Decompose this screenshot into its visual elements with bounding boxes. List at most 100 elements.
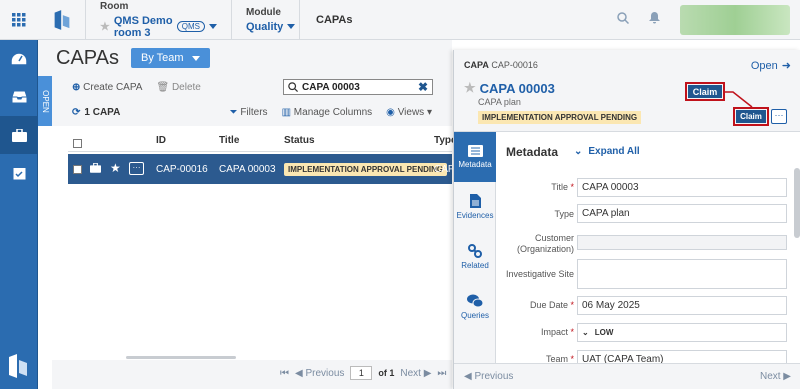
search-icon: [288, 82, 298, 92]
due-date-field[interactable]: 06 May 2025: [577, 296, 787, 315]
tab-related[interactable]: Related: [454, 232, 496, 282]
module-label: Module: [246, 6, 281, 18]
arrow-right-circle-icon: ➜: [781, 60, 791, 72]
open-button[interactable]: Open ➜: [750, 59, 791, 73]
tab-related-label: Related: [461, 261, 489, 270]
field-due-date-label: Due Date *: [529, 300, 574, 310]
star-icon[interactable]: ★: [100, 20, 110, 33]
inbox-icon[interactable]: [0, 78, 38, 116]
manage-columns-button[interactable]: ▥ Manage Columns: [282, 107, 373, 118]
open-tab-label: OPEN: [40, 89, 50, 113]
panel-status-badge: IMPLEMENTATION APPROVAL PENDING: [478, 111, 642, 124]
more-actions-button[interactable]: ···: [771, 109, 787, 124]
briefcase-icon[interactable]: [0, 116, 38, 154]
eye-icon: ◉: [386, 106, 395, 118]
tab-metadata[interactable]: Metadata: [454, 132, 496, 182]
panel-title: CAPA 00003: [479, 80, 555, 96]
panel-scrollbar[interactable]: [794, 168, 800, 238]
delete-label: Delete: [171, 81, 201, 93]
module-value: Quality: [246, 20, 284, 33]
filters-button[interactable]: ⏷ Filters: [230, 107, 268, 118]
col-title[interactable]: Title: [219, 135, 239, 146]
columns-icon: ▥: [281, 106, 292, 118]
expand-all-button[interactable]: ⌄ Expand All: [574, 146, 640, 157]
tab-queries[interactable]: Queries: [454, 282, 496, 332]
last-page-icon[interactable]: ⏭: [437, 368, 446, 379]
type-field[interactable]: CAPA plan: [577, 204, 787, 223]
select-all-checkbox[interactable]: [73, 139, 82, 148]
list-icon: [467, 145, 483, 157]
prev-page-label: Previous: [305, 367, 345, 379]
user-avatar[interactable]: [680, 4, 790, 35]
refresh-icon[interactable]: ⟳: [72, 107, 80, 118]
panel-kind: CAPA: [464, 60, 489, 70]
field-impact-label: Impact *: [540, 327, 574, 337]
claim-label: Claim: [736, 110, 766, 123]
field-site-label: Investigative Site: [505, 269, 574, 279]
investigative-site-field[interactable]: [577, 259, 787, 289]
customer-field[interactable]: [577, 235, 787, 250]
delete-button[interactable]: 🗑 Delete: [156, 82, 200, 93]
link-icon: [468, 244, 482, 258]
chevron-down-icon[interactable]: [209, 24, 217, 29]
list-gutter: [52, 126, 68, 389]
page-title: CAPAs: [56, 46, 119, 69]
panel-prev-label: Previous: [474, 371, 514, 382]
panel-footer: ◀ Previous Next ▶: [454, 363, 800, 389]
calendar-check-icon[interactable]: [0, 154, 38, 192]
open-label: Open: [750, 59, 778, 72]
left-rail: [0, 0, 38, 389]
col-status[interactable]: Status: [284, 135, 315, 146]
pagination: ⏮ ◀ Previous 1 of 1 Next ▶ ⏭: [280, 366, 446, 380]
views-dropdown[interactable]: ◉ Views ▾: [386, 107, 432, 118]
row-checkbox[interactable]: [73, 165, 82, 174]
claim-button-primary[interactable]: Claim: [685, 82, 725, 101]
open-side-tab[interactable]: OPEN: [38, 76, 52, 126]
tab-metadata-label: Metadata: [458, 160, 492, 169]
impact-select[interactable]: ⌄ LOW: [577, 323, 787, 342]
claim-button[interactable]: Claim: [733, 107, 769, 126]
title-field[interactable]: CAPA 00003: [577, 178, 787, 197]
by-team-dropdown[interactable]: By Team: [130, 48, 210, 68]
list-summary-bar: ⟳ 1 CAPA ⏷ Filters ▥ Manage Columns ◉ Vie…: [52, 98, 452, 126]
table-row[interactable]: ★ ··· CAP-00016 CAPA 00003 IMPLEMENTATIO…: [68, 154, 461, 184]
clear-search-icon[interactable]: ✖: [418, 80, 428, 94]
manage-columns-label: Manage Columns: [293, 106, 373, 118]
room-tag: QMS: [176, 21, 205, 32]
search-icon[interactable]: [617, 12, 630, 27]
tab-evidences-label: Evidences: [456, 211, 494, 220]
page-input[interactable]: 1: [350, 366, 373, 380]
horizontal-scrollbar[interactable]: [126, 356, 236, 359]
module-selector[interactable]: Module Quality: [232, 0, 300, 40]
search-value: CAPA 00003: [302, 81, 360, 93]
search-input[interactable]: CAPA 00003 ✖: [283, 79, 433, 95]
row-status-badge: IMPLEMENTATION APPROVAL PENDING: [284, 163, 448, 176]
by-team-label: By Team: [140, 52, 184, 64]
room-selector[interactable]: Room ★ QMS Demo room 3 QMS: [86, 0, 232, 40]
dashboard-icon[interactable]: [0, 40, 38, 78]
next-page-button[interactable]: Next ▶: [400, 368, 431, 379]
prev-page-button[interactable]: ◀ Previous: [295, 368, 344, 379]
chevron-down-icon: ⌄: [582, 328, 589, 337]
first-page-icon[interactable]: ⏮: [280, 368, 289, 379]
panel-code: CAP-00016: [491, 60, 538, 70]
panel-subtitle: CAPA plan: [478, 97, 521, 107]
row-menu-button[interactable]: ···: [129, 162, 144, 175]
impact-value: LOW: [594, 328, 614, 337]
bell-icon[interactable]: [649, 12, 660, 27]
plus-icon: ⊕: [72, 81, 81, 93]
filters-label: Filters: [240, 106, 268, 118]
brand-logo-icon[interactable]: [38, 0, 86, 40]
chevron-down-icon[interactable]: [287, 24, 296, 29]
star-icon[interactable]: ★: [464, 80, 476, 96]
panel-prev-button[interactable]: ◀ Previous: [464, 371, 513, 382]
col-id[interactable]: ID: [156, 135, 166, 146]
tab-evidences[interactable]: Evidences: [454, 182, 496, 232]
panel-next-button[interactable]: Next ▶: [760, 371, 791, 382]
create-capa-button[interactable]: ⊕ Create CAPA: [72, 82, 142, 93]
apps-grid-icon[interactable]: [0, 0, 38, 40]
claim-primary-label: Claim: [688, 85, 722, 98]
briefcase-icon: [90, 162, 101, 176]
star-icon[interactable]: ★: [110, 161, 121, 175]
expand-all-label: Expand All: [588, 146, 640, 157]
